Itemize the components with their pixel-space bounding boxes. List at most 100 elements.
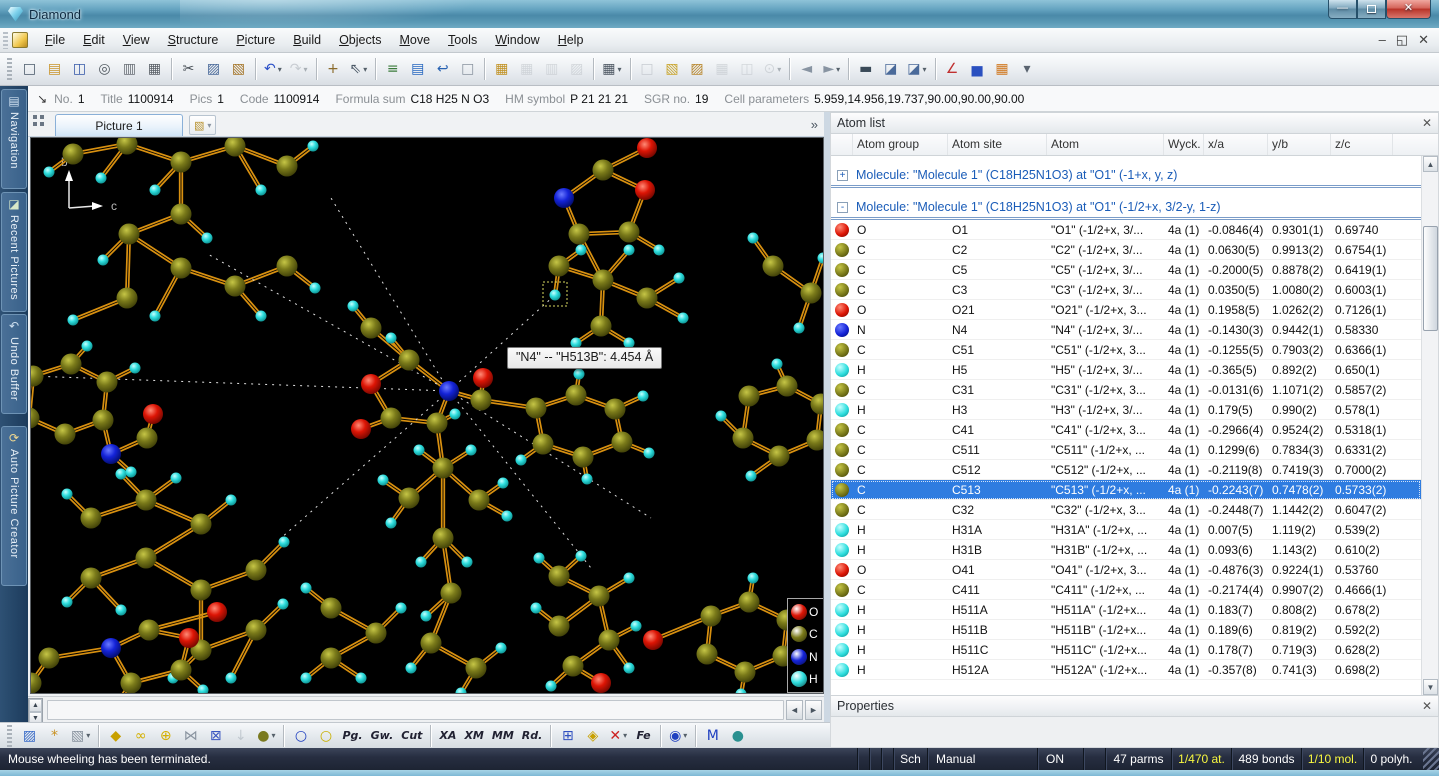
atom-H[interactable] (574, 369, 585, 380)
bond-table-button[interactable]: ▦ (515, 58, 538, 81)
scroll-right-button[interactable]: ► (805, 700, 822, 720)
atom-H[interactable] (256, 185, 267, 196)
atom-O[interactable] (351, 419, 371, 439)
atom-H[interactable] (301, 583, 312, 594)
torsion-table-button[interactable]: ▨ (565, 58, 588, 81)
tab-picture-1[interactable]: Picture 1 (55, 114, 183, 136)
atom-C[interactable] (31, 673, 42, 694)
atom-row-H31A[interactable]: HH31A"H31A" (-1/2+x, ...4a (1)0.007(5)1.… (831, 520, 1421, 540)
atom-C[interactable] (93, 410, 114, 431)
atom-C[interactable] (171, 204, 192, 225)
atom-row-C31[interactable]: CC31"C31" (-1/2+x, 3...4a (1)-0.0131(6)1… (831, 380, 1421, 400)
atom-H[interactable] (406, 663, 417, 674)
scroll-down-button[interactable]: ▼ (1423, 679, 1438, 695)
atom-C[interactable] (191, 514, 212, 535)
collapse-icon[interactable]: ↘ (37, 92, 47, 106)
atom-C[interactable] (246, 620, 267, 641)
column-header-atomsite[interactable]: Atom site (948, 134, 1047, 155)
atom-C[interactable] (81, 508, 102, 529)
atom-H[interactable] (82, 341, 93, 352)
atom-row-C511[interactable]: CC511"C511" (-1/2+x, ...4a (1)0.1299(6)0… (831, 440, 1421, 460)
atom-C[interactable] (171, 660, 192, 681)
previous-picture-button[interactable]: ◄ (795, 58, 818, 81)
sidebar-tab-recent-pictures[interactable]: ◪Recent Pictures (1, 192, 27, 312)
atom-H[interactable] (68, 315, 79, 326)
sidebar-tab-navigation[interactable]: ▤Navigation (1, 89, 27, 189)
atom-H[interactable] (126, 467, 137, 478)
column-header-atom[interactable]: Atom (1047, 134, 1164, 155)
atom-H[interactable] (98, 255, 109, 266)
atom-N[interactable] (439, 381, 459, 401)
atom-C[interactable] (526, 398, 547, 419)
atom-H[interactable] (96, 173, 107, 184)
atom-H[interactable] (62, 489, 73, 500)
atom-H[interactable] (678, 313, 689, 324)
tab-list-button[interactable] (32, 114, 52, 134)
atom-C[interactable] (801, 283, 822, 304)
next-picture-button[interactable]: ►▾ (820, 58, 843, 81)
atom-C[interactable] (321, 648, 342, 669)
data-brief-button[interactable]: ▤ (406, 58, 429, 81)
angle-measure-button[interactable]: ∠ (941, 58, 964, 81)
atom-C[interactable] (121, 673, 142, 694)
atom-row-H5[interactable]: HH5"H5" (-1/2+x, 3/...4a (1)-0.365(5)0.8… (831, 360, 1421, 380)
mdi-close-button[interactable]: ✕ (1418, 32, 1429, 48)
atom-row-O21[interactable]: OO21"O21" (-1/2+x, 3...4a (1)0.1958(5)1.… (831, 300, 1421, 320)
atom-C[interactable] (421, 633, 442, 654)
atom-H[interactable] (421, 611, 432, 622)
menu-tools[interactable]: Tools (439, 30, 486, 50)
mdi-restore-button[interactable]: ◱ (1396, 32, 1408, 48)
atom-C[interactable] (591, 316, 612, 337)
atom-C[interactable] (593, 160, 614, 181)
atom-C[interactable] (399, 350, 420, 371)
atom-C[interactable] (191, 580, 212, 601)
update-picture-button[interactable]: ▦ (711, 58, 734, 81)
atom-H[interactable] (624, 573, 635, 584)
lock-picture-button[interactable]: ◫ (736, 58, 759, 81)
atom-H[interactable] (531, 603, 542, 614)
atom-row-H3[interactable]: HH3"H3" (-1/2+x, 3/...4a (1)0.179(5)0.99… (831, 400, 1421, 420)
atom-H[interactable] (414, 445, 425, 456)
column-header-atomgroup[interactable]: Atom group (853, 134, 948, 155)
atom-H[interactable] (746, 471, 757, 482)
atom-C[interactable] (612, 432, 633, 453)
atom-C[interactable] (701, 606, 722, 627)
atom-H[interactable] (150, 185, 161, 196)
properties-close-icon[interactable]: ✕ (1422, 699, 1432, 713)
edit-picture-button[interactable]: ▨ (18, 724, 41, 747)
atom-C[interactable] (139, 620, 160, 641)
reduce-button[interactable]: Rd. (519, 724, 546, 747)
connect-atoms-button[interactable]: ⋈ (179, 724, 202, 747)
atom-row-C41[interactable]: CC41"C41" (-1/2+x, 3...4a (1)-0.2966(4)0… (831, 420, 1421, 440)
distances-mm-button[interactable]: MM (489, 724, 517, 747)
molecule-group-row[interactable]: +Molecule: "Molecule 1" (C18H25N1O3) at … (831, 165, 1421, 188)
atom-C[interactable] (777, 376, 798, 397)
menu-move[interactable]: Move (390, 30, 439, 50)
atom-O[interactable] (637, 138, 657, 158)
atom-C[interactable] (593, 270, 614, 291)
table-layout-button[interactable]: ▦▾ (599, 58, 624, 81)
atom-C[interactable] (225, 138, 246, 157)
atom-C[interactable] (137, 428, 158, 449)
atom-H[interactable] (386, 518, 397, 529)
distances-xa-button[interactable]: XA (436, 724, 459, 747)
minimize-button[interactable]: — (1328, 0, 1357, 19)
atom-H[interactable] (202, 233, 213, 244)
atom-list-close-icon[interactable]: ✕ (1422, 116, 1432, 130)
tab-overflow-chevron[interactable]: » (811, 117, 818, 132)
atom-C[interactable] (277, 156, 298, 177)
atom-C[interactable] (381, 408, 402, 429)
paste-button[interactable]: ▧ (227, 58, 250, 81)
atom-C[interactable] (31, 366, 44, 387)
atom-C[interactable] (549, 616, 570, 637)
atom-C[interactable] (61, 354, 82, 375)
angle-table-button[interactable]: ▥ (540, 58, 563, 81)
atom-C[interactable] (427, 413, 448, 434)
atom-row-H511A[interactable]: HH511A"H511A" (-1/2+x...4a (1)0.183(7)0.… (831, 600, 1421, 620)
atom-C[interactable] (735, 662, 756, 683)
atom-C[interactable] (55, 424, 76, 445)
horizontal-scrollbar[interactable] (47, 700, 784, 720)
render-sphere-button[interactable]: ● (726, 724, 749, 747)
growth-button[interactable]: Gw. (368, 724, 397, 747)
atom-N[interactable] (554, 188, 574, 208)
